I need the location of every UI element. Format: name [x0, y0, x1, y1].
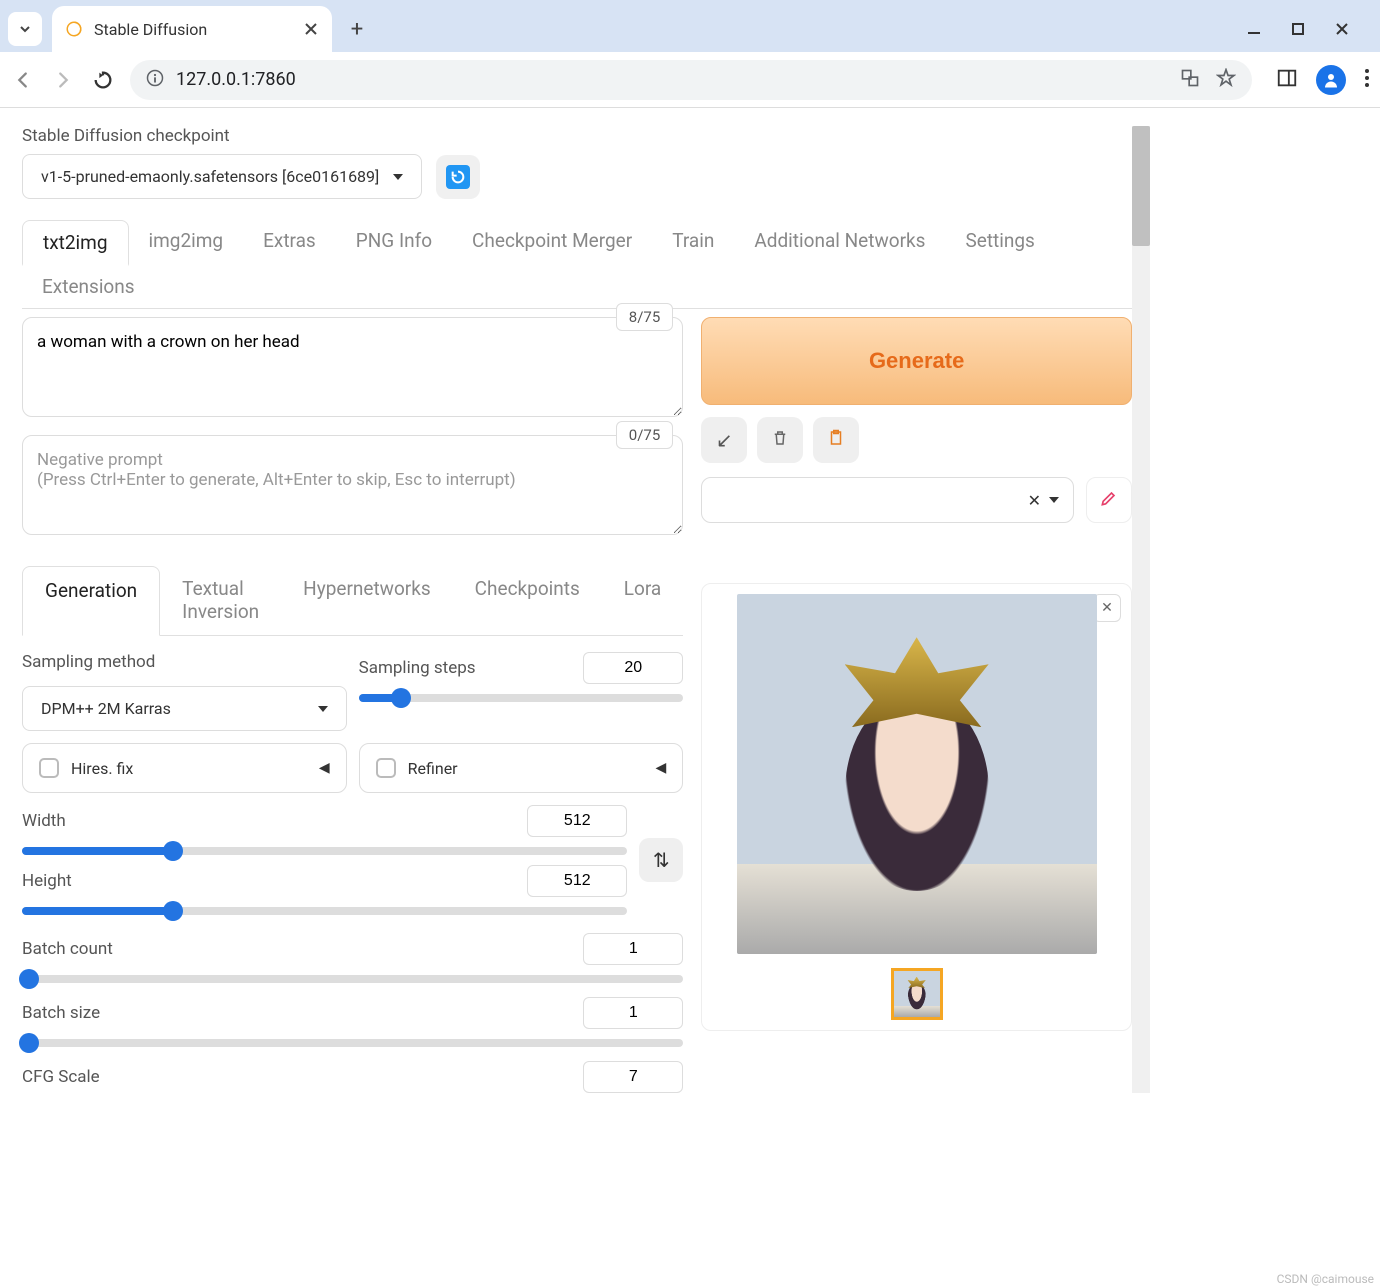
- close-gallery-button[interactable]: ✕: [1093, 594, 1121, 622]
- sampling-method-label: Sampling method: [22, 652, 347, 672]
- clear-icon[interactable]: ✕: [1028, 491, 1041, 510]
- edit-styles-button[interactable]: [1086, 477, 1132, 523]
- width-label: Width: [22, 811, 66, 831]
- tab-title: Stable Diffusion: [94, 20, 294, 39]
- batch-size-label: Batch size: [22, 1003, 100, 1023]
- back-button[interactable]: [10, 67, 36, 93]
- tab-png-info[interactable]: PNG Info: [336, 219, 452, 265]
- clipboard-icon: [827, 428, 845, 452]
- gallery-thumbnail[interactable]: [891, 968, 943, 1020]
- sampling-steps-input[interactable]: [583, 652, 683, 684]
- bookmark-icon[interactable]: [1216, 68, 1236, 92]
- url-text: 127.0.0.1:7860: [176, 69, 1168, 90]
- refresh-checkpoints-button[interactable]: [436, 155, 480, 199]
- forward-button[interactable]: [50, 67, 76, 93]
- styles-dropdown[interactable]: ✕: [701, 477, 1074, 523]
- tab-img2img[interactable]: img2img: [129, 219, 244, 265]
- batch-size-slider[interactable]: [22, 1039, 683, 1047]
- scrollbar-thumb[interactable]: [1132, 126, 1150, 246]
- vertical-scrollbar[interactable]: [1132, 126, 1150, 1093]
- browser-tab[interactable]: Stable Diffusion: [52, 6, 332, 52]
- maximize-button[interactable]: [1288, 19, 1308, 39]
- sub-tabs: Generation Textual Inversion Hypernetwor…: [22, 565, 683, 636]
- batch-size-input[interactable]: [583, 997, 683, 1029]
- pencil-icon: [1099, 488, 1119, 513]
- expand-left-icon: ◀: [319, 760, 330, 776]
- tab-favicon-icon: [64, 19, 84, 39]
- batch-count-label: Batch count: [22, 939, 113, 959]
- tab-extras[interactable]: Extras: [243, 219, 336, 265]
- cfg-scale-label: CFG Scale: [22, 1067, 100, 1087]
- profile-button[interactable]: [1316, 65, 1346, 95]
- clear-prompt-button[interactable]: [757, 417, 803, 463]
- interrogate-button[interactable]: ↙: [701, 417, 747, 463]
- main-tabs: txt2img img2img Extras PNG Info Checkpoi…: [22, 219, 1132, 309]
- chevron-down-icon: [393, 174, 403, 180]
- paste-button[interactable]: [813, 417, 859, 463]
- prompt-token-count: 8/75: [616, 303, 673, 331]
- tab-train[interactable]: Train: [652, 219, 734, 265]
- watermark-text: CSDN @caimouse: [1277, 1272, 1374, 1286]
- tab-txt2img[interactable]: txt2img: [22, 220, 129, 266]
- batch-count-input[interactable]: [583, 933, 683, 965]
- width-slider[interactable]: [22, 847, 627, 855]
- sampling-steps-label: Sampling steps: [359, 658, 476, 678]
- sub-tab-hypernetworks[interactable]: Hypernetworks: [281, 565, 453, 635]
- address-bar[interactable]: 127.0.0.1:7860: [130, 60, 1252, 100]
- output-gallery: ⭳ ✕: [701, 583, 1132, 1031]
- prompt-input[interactable]: [22, 317, 683, 417]
- cfg-scale-input[interactable]: [583, 1061, 683, 1093]
- swap-dimensions-button[interactable]: ⇅: [639, 838, 683, 882]
- generate-button[interactable]: Generate: [701, 317, 1132, 405]
- sampling-method-dropdown[interactable]: DPM++ 2M Karras: [22, 686, 347, 731]
- checkbox-icon: [376, 758, 396, 778]
- arrow-down-left-icon: ↙: [716, 428, 733, 452]
- sub-tab-textual-inversion[interactable]: Textual Inversion: [160, 565, 281, 635]
- close-window-button[interactable]: [1332, 19, 1352, 39]
- sub-tab-generation[interactable]: Generation: [22, 566, 160, 636]
- hires-fix-toggle[interactable]: Hires. fix ◀: [22, 743, 347, 793]
- tab-settings[interactable]: Settings: [945, 219, 1054, 265]
- height-slider[interactable]: [22, 907, 627, 915]
- height-label: Height: [22, 871, 72, 891]
- new-tab-button[interactable]: +: [342, 14, 372, 44]
- close-icon: ✕: [1101, 600, 1113, 616]
- tab-close-icon[interactable]: [304, 21, 320, 37]
- generated-image[interactable]: [737, 594, 1097, 954]
- expand-left-icon: ◀: [656, 760, 667, 776]
- batch-count-slider[interactable]: [22, 975, 683, 983]
- site-info-icon[interactable]: [146, 69, 164, 91]
- negative-prompt-input[interactable]: [22, 435, 683, 535]
- chevron-down-icon: [1049, 497, 1059, 503]
- tab-additional-networks[interactable]: Additional Networks: [734, 219, 945, 265]
- kebab-menu-icon[interactable]: [1364, 68, 1370, 92]
- checkpoint-label: Stable Diffusion checkpoint: [22, 126, 1132, 146]
- sub-tab-lora[interactable]: Lora: [602, 565, 683, 635]
- tab-checkpoint-merger[interactable]: Checkpoint Merger: [452, 219, 652, 265]
- refresh-icon: [446, 165, 470, 189]
- side-panel-icon[interactable]: [1276, 67, 1298, 93]
- chevron-down-icon: [318, 706, 328, 712]
- sub-tab-checkpoints[interactable]: Checkpoints: [453, 565, 602, 635]
- tab-extensions[interactable]: Extensions: [22, 265, 155, 308]
- sampling-steps-slider[interactable]: [359, 694, 684, 702]
- refiner-toggle[interactable]: Refiner ◀: [359, 743, 684, 793]
- checkpoint-dropdown[interactable]: v1-5-pruned-emaonly.safetensors [6ce0161…: [22, 154, 422, 199]
- checkbox-icon: [39, 758, 59, 778]
- checkpoint-value: v1-5-pruned-emaonly.safetensors [6ce0161…: [41, 167, 379, 186]
- translate-icon[interactable]: [1180, 68, 1200, 92]
- height-input[interactable]: [527, 865, 627, 897]
- minimize-button[interactable]: [1244, 19, 1264, 39]
- reload-button[interactable]: [90, 67, 116, 93]
- tab-search-button[interactable]: [8, 12, 42, 46]
- width-input[interactable]: [527, 805, 627, 837]
- negative-token-count: 0/75: [616, 421, 673, 449]
- trash-icon: [771, 428, 789, 452]
